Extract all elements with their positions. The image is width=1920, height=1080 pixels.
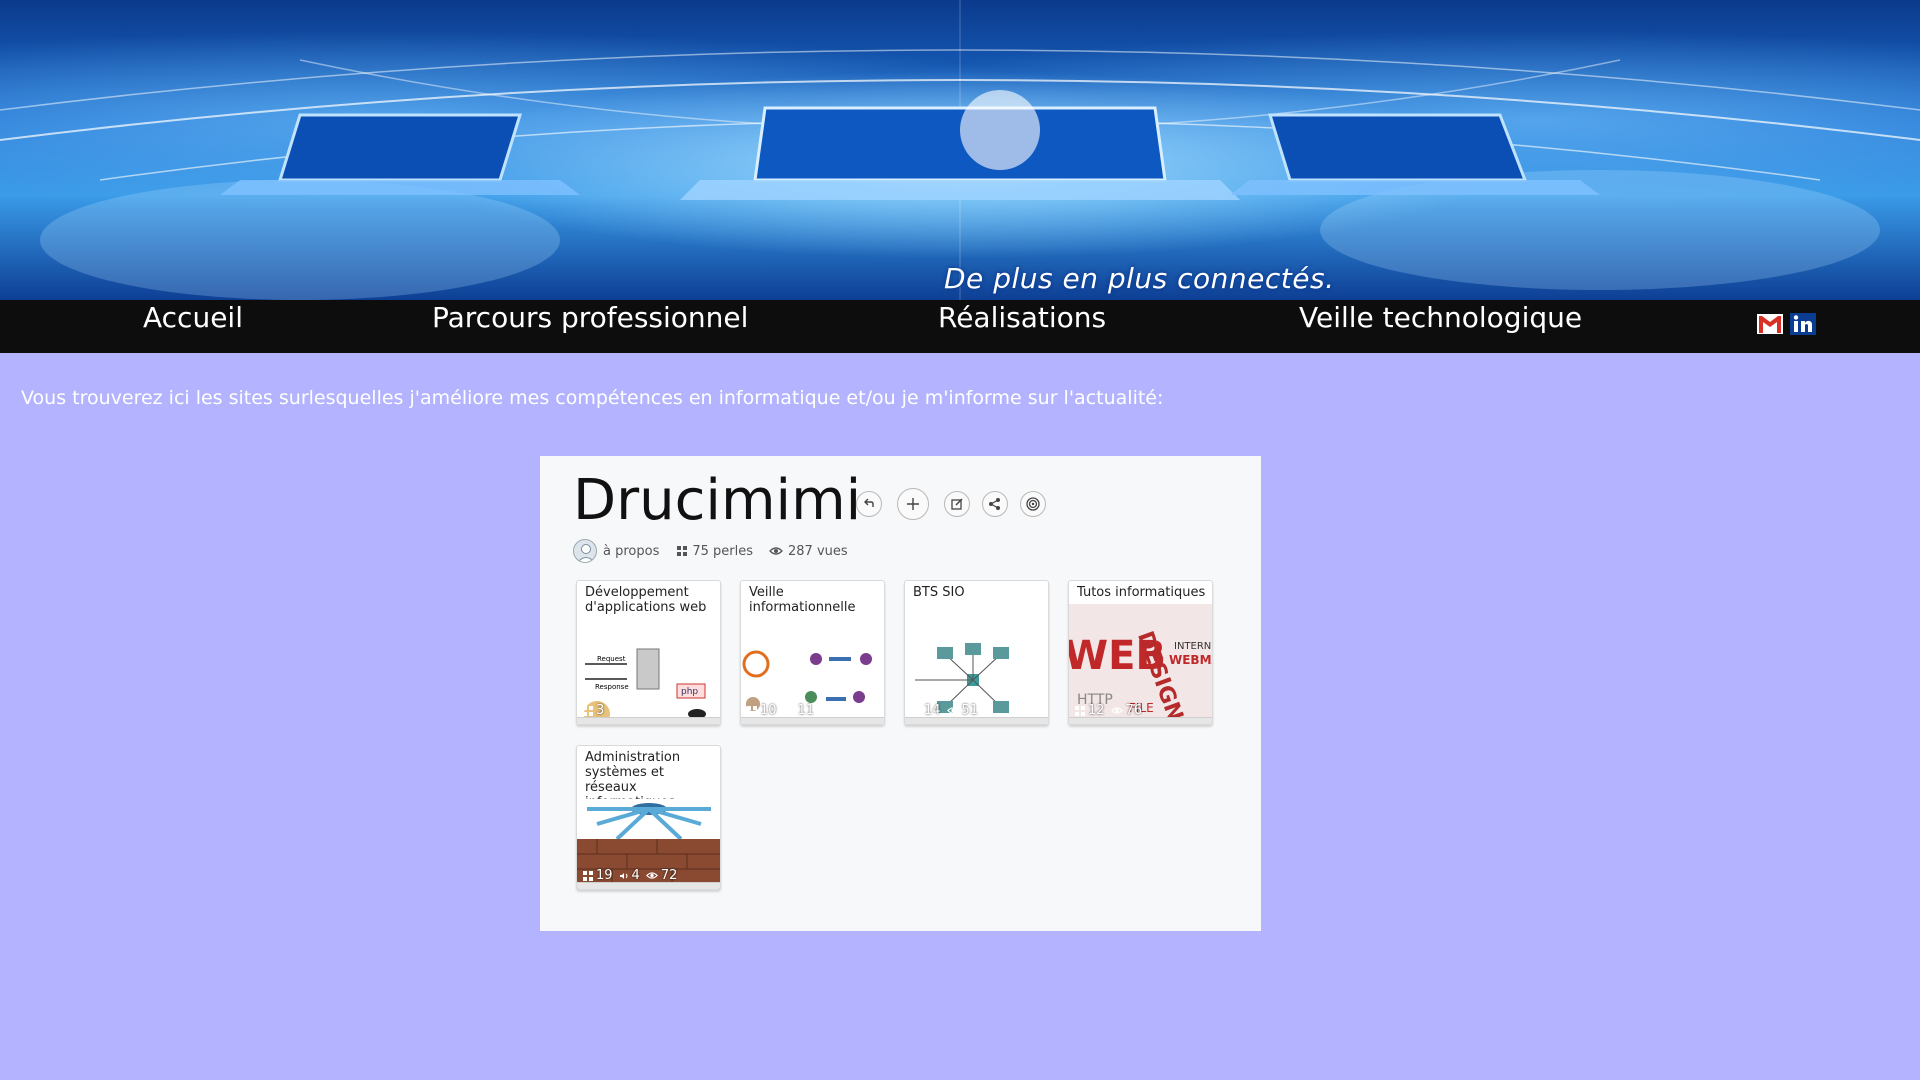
- card-view-count: 72: [660, 868, 678, 883]
- plus-icon[interactable]: [897, 488, 929, 520]
- card-pearl-count: 12: [1088, 703, 1105, 718]
- pearls-icon: [911, 705, 921, 716]
- svg-text:Request: Request: [597, 655, 626, 663]
- eye-icon: [1110, 707, 1123, 714]
- eye-icon: [769, 547, 783, 555]
- edit-icon[interactable]: [944, 491, 970, 517]
- card-stats: 3: [583, 703, 607, 718]
- card-title: Développement d'applications web: [585, 585, 707, 615]
- card-footer: [577, 717, 720, 724]
- collection-card[interactable]: Administration systèmes et réseaux infor…: [576, 745, 721, 890]
- card-stats: 14 51: [911, 703, 981, 718]
- collection-meta: à propos 75 perles 287 vues: [573, 538, 848, 564]
- pearls-icon: [583, 705, 593, 716]
- pearls-count: 75 perles: [692, 543, 753, 559]
- card-title: Veille informationnelle: [749, 585, 856, 615]
- card-stats: 19 4 72: [583, 868, 680, 883]
- pearltrees-widget: Drucimimi à propos 75 perles 287 vues Dé…: [540, 456, 1261, 931]
- svg-text:WEBMA: WEBMA: [1169, 653, 1213, 667]
- views-count: 287 vues: [788, 543, 848, 559]
- card-view-count: 51: [961, 703, 979, 718]
- banner-image: [0, 0, 1920, 300]
- nav-item-realisations[interactable]: Réalisations: [938, 300, 1106, 353]
- banner-tagline: De plus en plus connectés.: [944, 262, 1335, 295]
- share-icon[interactable]: [982, 491, 1008, 517]
- header-banner: De plus en plus connectés.: [0, 0, 1920, 300]
- linkedin-icon[interactable]: [1790, 313, 1816, 335]
- pearls-icon: [1075, 705, 1085, 716]
- card-comment-count: 4: [631, 868, 640, 883]
- card-footer: [1069, 717, 1212, 724]
- back-icon[interactable]: [856, 491, 882, 517]
- pearls-icon: [747, 705, 757, 716]
- svg-text:INTERNET: INTERNET: [1174, 641, 1213, 652]
- card-pearl-count: 3: [596, 703, 605, 718]
- card-pearl-count: 19: [596, 868, 613, 883]
- card-footer: [741, 717, 884, 724]
- pearls-icon: [677, 546, 688, 556]
- about-link[interactable]: à propos: [603, 544, 659, 559]
- card-view-count: 76: [1125, 703, 1143, 718]
- nav-item-parcours-professionnel[interactable]: Parcours professionnel: [432, 300, 748, 353]
- card-stats: 12 76: [1075, 703, 1145, 718]
- collection-card[interactable]: Développement d'applications web Request…: [576, 580, 721, 725]
- gmail-icon[interactable]: [1757, 313, 1783, 335]
- eye-icon: [645, 872, 658, 879]
- nav-item-accueil[interactable]: Accueil: [143, 300, 243, 353]
- avatar[interactable]: [573, 539, 597, 563]
- card-stats: 10 11: [747, 703, 817, 718]
- nav-item-veille-technologique[interactable]: Veille technologique: [1299, 300, 1582, 353]
- svg-text:Response: Response: [595, 683, 629, 691]
- eye-icon: [782, 707, 795, 714]
- card-pearl-count: 10: [760, 703, 777, 718]
- card-view-count: 11: [797, 703, 815, 718]
- collection-card[interactable]: BTS SIO 14 51: [904, 580, 1049, 725]
- card-pearl-count: 14: [924, 703, 941, 718]
- target-icon[interactable]: [1020, 491, 1046, 517]
- main-nav: Accueil Parcours professionnel Réalisati…: [0, 300, 1920, 353]
- collection-card[interactable]: Veille informationnelle 10 11: [740, 580, 885, 725]
- collection-title[interactable]: Drucimimi: [573, 470, 861, 532]
- sound-icon: [619, 872, 628, 879]
- svg-text:php: php: [681, 687, 698, 697]
- card-title: Tutos informatiques: [1077, 585, 1206, 600]
- card-footer: [577, 882, 720, 889]
- card-footer: [905, 717, 1048, 724]
- eye-icon: [946, 707, 959, 714]
- collection-card[interactable]: Tutos informatiques WEB DESIGN INTERNET …: [1068, 580, 1213, 725]
- pearls-icon: [583, 870, 593, 881]
- card-title: BTS SIO: [913, 585, 965, 600]
- intro-text: Vous trouverez ici les sites surlesquell…: [21, 387, 1164, 409]
